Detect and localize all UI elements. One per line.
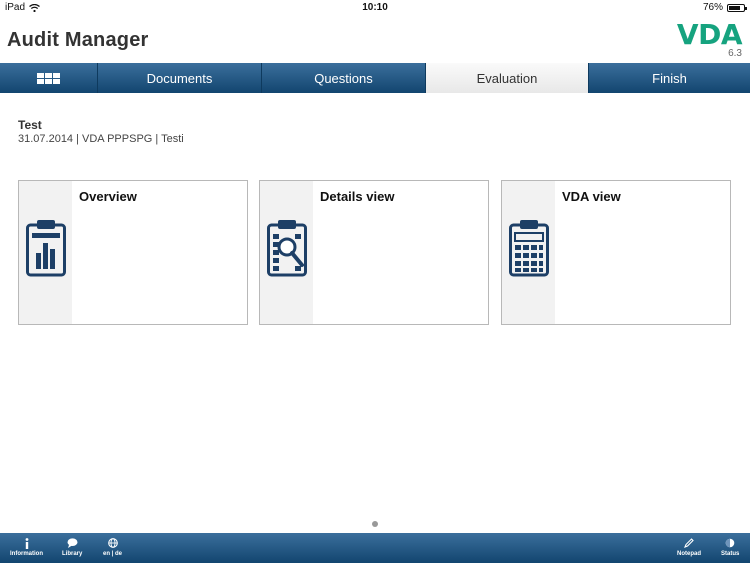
tab-documents[interactable]: Documents xyxy=(98,63,262,93)
calculator-icon xyxy=(509,220,549,277)
information-label: Information xyxy=(10,551,43,557)
tab-evaluation[interactable]: Evaluation xyxy=(426,63,589,93)
globe-icon xyxy=(107,536,118,550)
app-title: Audit Manager xyxy=(7,29,149,51)
tab-finish[interactable]: Finish xyxy=(589,63,750,93)
card-label: VDA view xyxy=(562,189,621,204)
library-label: Library xyxy=(62,551,83,557)
version-label: 6.3 xyxy=(728,48,742,59)
details-view-card[interactable]: Details view xyxy=(259,180,489,325)
tab-questions[interactable]: Questions xyxy=(262,63,426,93)
status-circle-icon xyxy=(725,536,735,550)
info-icon xyxy=(24,536,30,550)
grid-icon xyxy=(37,72,60,84)
language-button[interactable]: en | de xyxy=(103,536,122,557)
language-label: en | de xyxy=(103,551,123,557)
main-tab-bar: Documents Questions Evaluation Finish xyxy=(0,63,750,93)
clipboard-magnifier-icon xyxy=(267,220,307,277)
clipboard-bar-chart-icon xyxy=(26,220,66,277)
page-indicator-dot xyxy=(372,521,378,527)
card-label: Details view xyxy=(320,189,395,204)
card-label: Overview xyxy=(79,189,137,204)
clock: 10:10 xyxy=(362,2,388,13)
tab-home[interactable] xyxy=(0,63,98,93)
pencil-icon xyxy=(684,536,694,550)
overview-card[interactable]: Overview xyxy=(18,180,248,325)
information-button[interactable]: Information xyxy=(10,536,43,557)
audit-meta: 31.07.2014 | VDA PPPSPG | Testi xyxy=(18,133,184,145)
speech-bubble-icon xyxy=(67,536,78,550)
bottom-toolbar: Information Library en | de Notepad Stat… xyxy=(0,533,750,563)
vda-view-card[interactable]: VDA view xyxy=(501,180,731,325)
status-label: Status xyxy=(721,551,740,557)
battery-percentage: 76% xyxy=(702,2,723,13)
vda-logo: VDA xyxy=(676,18,743,51)
library-button[interactable]: Library xyxy=(62,536,82,557)
audit-title: Test xyxy=(18,118,42,132)
status-bar: iPad 10:10 76% xyxy=(0,0,750,16)
battery-icon xyxy=(727,3,747,12)
status-button[interactable]: Status xyxy=(721,536,739,557)
notepad-button[interactable]: Notepad xyxy=(677,536,701,557)
notepad-label: Notepad xyxy=(677,551,701,557)
